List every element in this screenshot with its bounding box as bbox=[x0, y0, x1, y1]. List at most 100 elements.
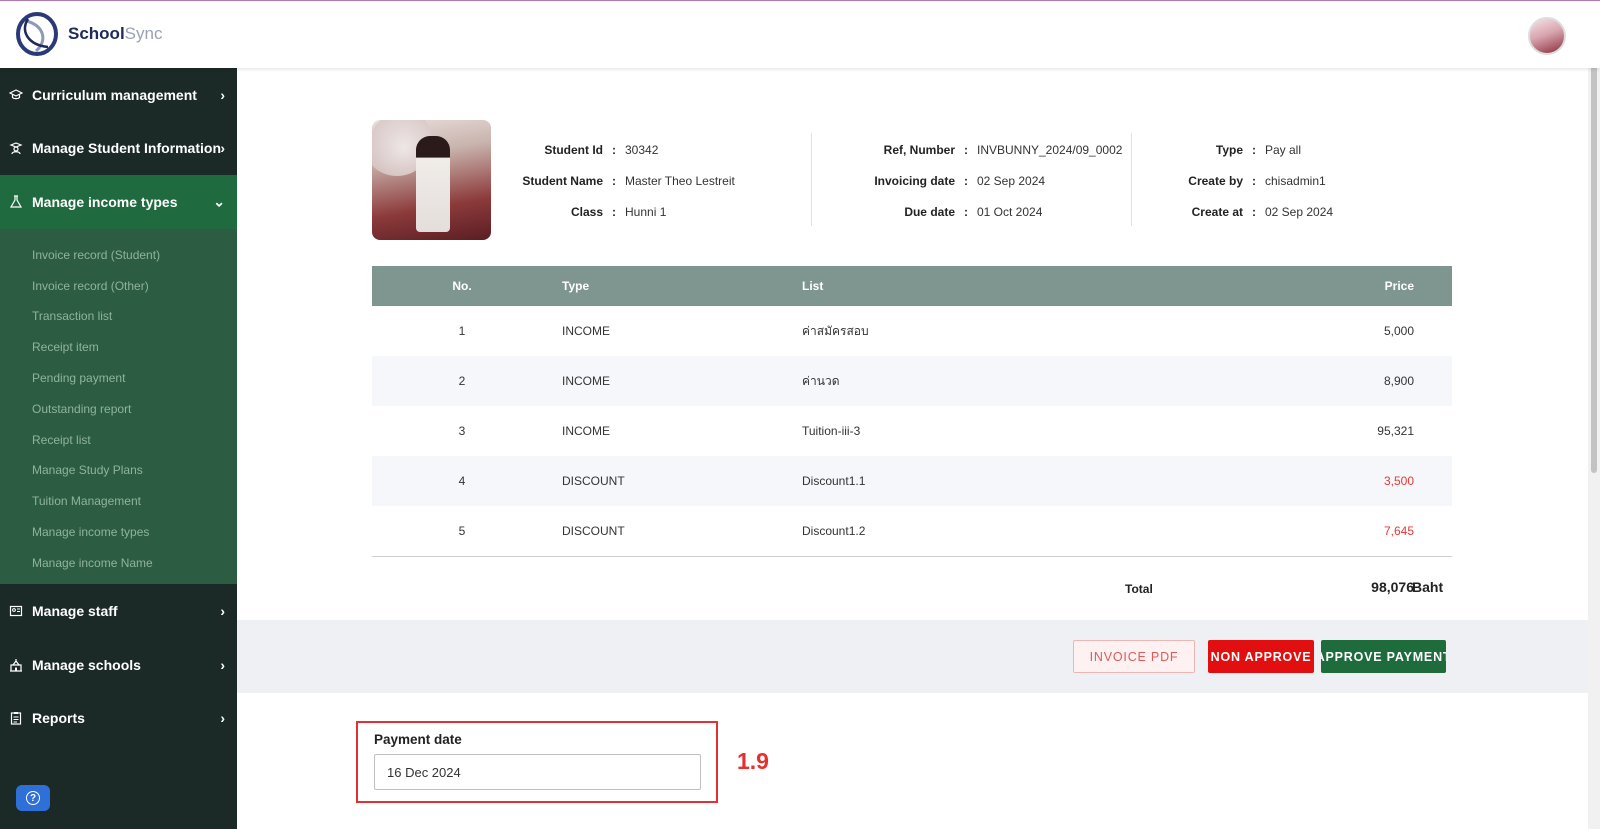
create-by-label: Create by bbox=[1188, 173, 1243, 188]
sidebar-item-curriculum-management[interactable]: Curriculum management › bbox=[0, 68, 237, 122]
sidebar: Curriculum management › Manage Student I… bbox=[0, 68, 237, 829]
total-value: 98,076 bbox=[1371, 579, 1414, 595]
school-icon bbox=[8, 657, 24, 673]
table-row: 1 INCOME ค่าสมัครสอบ 5,000 bbox=[372, 306, 1452, 356]
submenu-item-manage-study-plans[interactable]: Manage Study Plans bbox=[0, 455, 237, 486]
header-no: No. bbox=[452, 279, 472, 293]
table-row: 3 INCOME Tuition-iii-3 95,321 bbox=[372, 406, 1452, 456]
colon: : bbox=[612, 173, 616, 188]
page-scrollbar[interactable] bbox=[1588, 0, 1600, 829]
top-header: SchoolSync bbox=[0, 0, 1600, 68]
header-price: Price bbox=[1384, 279, 1414, 293]
table-row: 2 INCOME ค่านวด 8,900 bbox=[372, 356, 1452, 406]
create-by-value: chisadmin1 bbox=[1265, 173, 1326, 188]
student-photo bbox=[372, 120, 491, 240]
ref-number-row: Ref, Number : INVBUNNY_2024/09_0002 bbox=[820, 134, 1123, 165]
info-divider bbox=[1131, 133, 1132, 226]
cell-type: INCOME bbox=[562, 324, 610, 338]
cell-no: 4 bbox=[458, 474, 466, 488]
non-approve-button[interactable]: NON APPROVE bbox=[1208, 640, 1314, 673]
due-date-label: Due date bbox=[904, 204, 955, 219]
cell-price: 7,645 bbox=[1383, 524, 1414, 538]
submenu-item-invoice-record-student[interactable]: Invoice record (Student) bbox=[0, 240, 237, 271]
staff-icon bbox=[8, 603, 24, 619]
total-row: Total 98,076 Baht bbox=[372, 578, 1452, 600]
sidebar-item-label: Manage Student Information bbox=[32, 140, 221, 157]
payment-date-input[interactable]: 16 Dec 2024 bbox=[374, 754, 701, 790]
due-date-row: Due date : 01 Oct 2024 bbox=[820, 196, 1122, 227]
income-submenu: Invoice record (Student) Invoice record … bbox=[0, 228, 237, 585]
cell-no: 5 bbox=[458, 524, 466, 538]
chevron-down-icon: ⌄ bbox=[213, 193, 225, 210]
cell-list: ค่าสมัครสอบ bbox=[802, 323, 869, 338]
submenu-item-invoice-record-other[interactable]: Invoice record (Other) bbox=[0, 270, 237, 301]
sidebar-item-manage-income-types[interactable]: Manage income types ⌄ bbox=[0, 175, 237, 229]
info-divider bbox=[811, 133, 812, 226]
chevron-right-icon: › bbox=[220, 656, 225, 673]
chevron-right-icon: › bbox=[220, 710, 225, 727]
ref-number-value: INVBUNNY_2024/09_0002 bbox=[977, 142, 1123, 157]
sidebar-item-reports[interactable]: Reports › bbox=[0, 691, 237, 745]
colon: : bbox=[612, 142, 616, 157]
invoice-pdf-button[interactable]: INVOICE PDF bbox=[1073, 640, 1195, 673]
class-value: Hunni 1 bbox=[625, 204, 667, 219]
scrollbar-thumb[interactable] bbox=[1591, 40, 1597, 473]
submenu-item-manage-income-types[interactable]: Manage income types bbox=[0, 517, 237, 548]
student-info-group: Student Id : 30342 Student Name : Master… bbox=[500, 134, 735, 227]
colon: : bbox=[964, 204, 968, 219]
colon: : bbox=[612, 204, 616, 219]
colon: : bbox=[964, 142, 968, 157]
user-avatar[interactable] bbox=[1528, 17, 1566, 55]
student-name-value: Master Theo Lestreit bbox=[625, 173, 735, 188]
student-icon bbox=[8, 140, 24, 156]
submenu-item-tuition-management[interactable]: Tuition Management bbox=[0, 486, 237, 517]
logo-text: SchoolSync bbox=[68, 24, 163, 43]
student-name-label: Student Name bbox=[522, 173, 603, 188]
submenu-item-receipt-item[interactable]: Receipt item bbox=[0, 332, 237, 363]
table-row: 4 DISCOUNT Discount1.1 3,500 bbox=[372, 456, 1452, 506]
sidebar-item-manage-schools[interactable]: Manage schools › bbox=[0, 638, 237, 692]
cell-type: INCOME bbox=[562, 374, 610, 388]
submenu-item-pending-payment[interactable]: Pending payment bbox=[0, 363, 237, 394]
cell-type: DISCOUNT bbox=[562, 474, 625, 488]
header-type: Type bbox=[562, 279, 590, 293]
submenu-item-manage-income-name[interactable]: Manage income Name bbox=[0, 547, 237, 578]
table-divider bbox=[372, 556, 1452, 557]
question-icon: ? bbox=[26, 791, 40, 805]
submenu-item-receipt-list[interactable]: Receipt list bbox=[0, 424, 237, 455]
flask-icon bbox=[8, 194, 24, 210]
sidebar-item-label: Reports bbox=[32, 710, 85, 727]
logo-mark-icon bbox=[14, 11, 60, 57]
colon: : bbox=[964, 173, 968, 188]
sidebar-item-label: Manage staff bbox=[32, 603, 118, 620]
cell-price: 95,321 bbox=[1377, 424, 1414, 438]
create-at-value: 02 Sep 2024 bbox=[1265, 204, 1334, 219]
cell-type: INCOME bbox=[562, 424, 610, 438]
chevron-right-icon: › bbox=[220, 86, 225, 103]
cell-type: DISCOUNT bbox=[562, 524, 625, 538]
student-name-row: Student Name : Master Theo Lestreit bbox=[500, 165, 735, 196]
cell-no: 2 bbox=[458, 374, 466, 388]
payment-date-highlight: Payment date 16 Dec 2024 bbox=[356, 721, 718, 803]
app-logo[interactable]: SchoolSync bbox=[14, 11, 162, 57]
help-button[interactable]: ? bbox=[16, 785, 50, 811]
due-date-value: 01 Oct 2024 bbox=[977, 204, 1043, 219]
approve-payment-button[interactable]: APPROVE PAYMENT bbox=[1321, 640, 1446, 673]
submenu-item-transaction-list[interactable]: Transaction list bbox=[0, 301, 237, 332]
class-row: Class : Hunni 1 bbox=[500, 196, 735, 227]
submenu-item-outstanding-report[interactable]: Outstanding report bbox=[0, 393, 237, 424]
cell-list: ค่านวด bbox=[802, 373, 840, 388]
table-row: 5 DISCOUNT Discount1.2 7,645 bbox=[372, 506, 1452, 556]
create-at-row: Create at : 02 Sep 2024 bbox=[1140, 196, 1333, 227]
clipboard-icon bbox=[8, 710, 24, 726]
student-id-label: Student Id bbox=[544, 142, 603, 157]
colon: : bbox=[1252, 173, 1256, 188]
step-annotation: 1.9 bbox=[737, 748, 769, 774]
create-by-row: Create by : chisadmin1 bbox=[1140, 165, 1333, 196]
cell-price: 3,500 bbox=[1383, 474, 1414, 488]
create-at-label: Create at bbox=[1191, 204, 1243, 219]
cell-price: 8,900 bbox=[1383, 374, 1414, 388]
sidebar-item-manage-student-information[interactable]: Manage Student Information › bbox=[0, 122, 237, 176]
chevron-right-icon: › bbox=[220, 603, 225, 620]
sidebar-item-manage-staff[interactable]: Manage staff › bbox=[0, 584, 237, 638]
